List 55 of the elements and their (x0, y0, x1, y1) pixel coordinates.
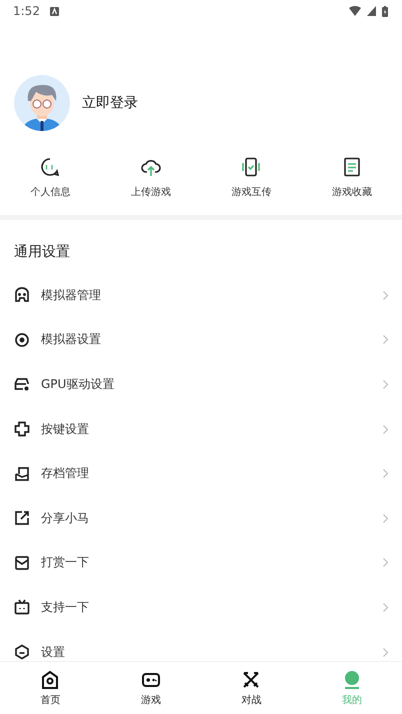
nav-tab[interactable]: 首页 (0, 662, 100, 714)
settings-label: 模拟器设置 (41, 331, 102, 348)
settings-row[interactable]: 按键设置 (0, 406, 402, 452)
dpad-icon (14, 421, 30, 438)
login-link[interactable]: 立即登录 (82, 94, 138, 112)
home-icon (40, 670, 60, 690)
chevron-icon (383, 602, 388, 612)
drive-icon (14, 376, 30, 392)
phone-icon[interactable] (241, 157, 262, 177)
settings-label: 按键设置 (41, 420, 90, 438)
chevron-icon (383, 380, 388, 389)
shortcut-label: 游戏收藏 (332, 186, 372, 199)
settings-row[interactable]: 模拟器管理 (0, 273, 402, 318)
tray-icon (14, 466, 30, 482)
settings-row[interactable]: 设置 (0, 630, 402, 661)
gear-icon (14, 332, 30, 348)
shortcut-label: 个人信息 (30, 186, 70, 199)
chevron-icon (383, 514, 388, 523)
avatar[interactable] (14, 75, 70, 131)
cloud-upload-icon[interactable] (140, 157, 161, 177)
status-time: 1:52 (13, 4, 40, 18)
tv-icon (14, 599, 30, 616)
shortcut-label: 上传游戏 (130, 186, 171, 199)
settings-row[interactable]: 打赏一下 (0, 540, 402, 586)
settings-row[interactable]: GPU驱动设置 (0, 362, 402, 407)
settings-label: 分享小马 (41, 510, 90, 527)
envelope-icon (14, 554, 30, 571)
shortcut-label: 游戏互传 (231, 186, 272, 199)
chevron-icon (383, 469, 388, 478)
chevron-icon (383, 558, 388, 568)
settings-row[interactable]: 模拟器设置 (0, 318, 402, 362)
settings-row[interactable]: 支持一下 (0, 585, 402, 630)
chevron-icon (383, 290, 388, 300)
settings-label: 设置 (41, 644, 66, 661)
chat-bubble-icon[interactable] (40, 157, 60, 177)
notification-icon (50, 6, 59, 16)
chevron-icon (383, 424, 388, 434)
wifi-icon (349, 6, 361, 16)
document-icon[interactable] (342, 157, 362, 177)
share-icon (14, 510, 30, 526)
settings-label: 支持一下 (41, 598, 90, 616)
settings-row[interactable]: 分享小马 (0, 496, 402, 541)
signal-icon (367, 6, 376, 16)
settings-label: 存档管理 (41, 465, 90, 482)
chevron-icon (383, 648, 388, 657)
crossed-swords-icon (241, 670, 262, 690)
nav-tab[interactable]: 游戏 (100, 662, 201, 714)
settings-label: GPU驱动设置 (41, 376, 116, 393)
nav-tab[interactable]: 对战 (201, 662, 302, 714)
chevron-icon (383, 335, 388, 344)
settings-label: 模拟器管理 (41, 286, 102, 304)
settings-row[interactable]: 存档管理 (0, 451, 402, 496)
section-title: 通用设置 (13, 243, 71, 262)
settings-label: 打赏一下 (41, 554, 90, 572)
battery-icon (382, 6, 388, 16)
